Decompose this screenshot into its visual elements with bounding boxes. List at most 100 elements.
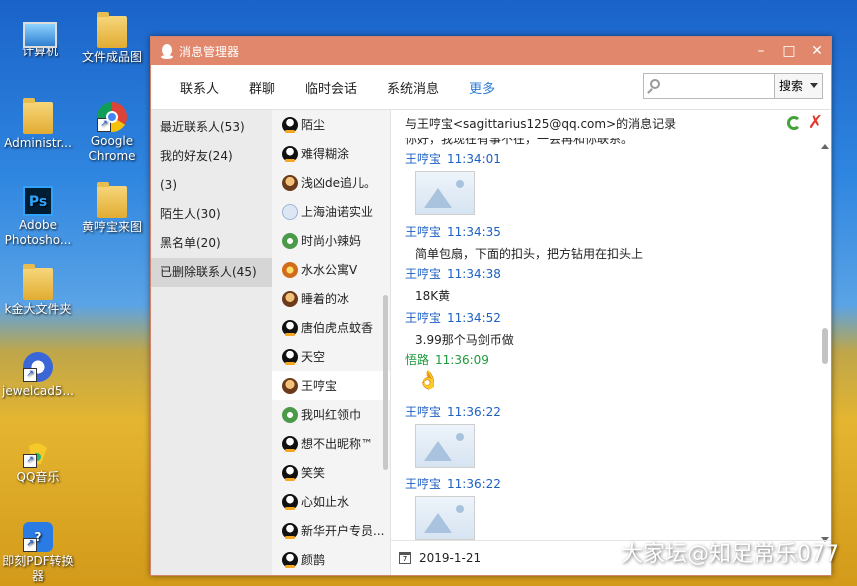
avatar — [282, 522, 298, 539]
message-text: 简单包扇，下面的扣头，把方钻用在扣头上 — [415, 247, 644, 261]
avatar — [282, 319, 298, 336]
contact-item[interactable]: 时尚小辣妈 — [272, 226, 390, 255]
message-sender: 王哼宝 — [405, 311, 442, 325]
shortcut-arrow-icon: ↗ — [23, 454, 37, 468]
avatar — [282, 232, 298, 249]
group-my-friends[interactable]: 我的好友(24) — [151, 142, 272, 171]
contact-list-scrollbar[interactable] — [383, 295, 388, 470]
contact-item[interactable]: 上海油诺实业 — [272, 197, 390, 226]
contact-item[interactable]: 睡着的冰 — [272, 284, 390, 313]
desktop-icon-folder-images[interactable]: 黄哼宝来图 — [72, 182, 152, 235]
image-placeholder-icon[interactable] — [415, 171, 475, 215]
calendar-icon[interactable]: 7 — [399, 552, 411, 564]
avatar — [282, 435, 298, 452]
message-time: 11:36:22 — [447, 405, 501, 419]
contact-name: 天空 — [301, 350, 326, 364]
photoshop-icon: Ps — [23, 186, 53, 216]
minimize-button[interactable]: – — [747, 37, 775, 65]
desktop-icon-label: 文件成品图 — [81, 50, 142, 64]
contact-name: 难得糊涂 — [301, 147, 350, 161]
desktop-icon-k-gold-folder[interactable]: k金大文件夹 — [0, 264, 78, 317]
contact-item[interactable]: 浅凶de追儿。 — [272, 168, 390, 197]
contact-item[interactable]: 水水公寓V — [272, 255, 390, 284]
image-placeholder-icon[interactable] — [415, 424, 475, 468]
contact-item[interactable]: 陌尘 — [272, 110, 390, 139]
chevron-down-icon[interactable] — [810, 83, 818, 88]
message-manager-window: 消息管理器 – □ ✕ 联系人 群聊 临时会话 系统消息 更多 搜索 最近联系人… — [150, 36, 832, 576]
message-time: 11:34:01 — [447, 152, 501, 166]
contact-item[interactable]: 唐伯虎点蚊香 — [272, 313, 390, 342]
message-log-scrollbar[interactable] — [821, 144, 829, 542]
avatar — [282, 551, 298, 568]
tab-system-messages[interactable]: 系统消息 — [372, 78, 454, 97]
desktop-icon-chrome[interactable]: ↗ Google Chrome — [72, 102, 152, 164]
contact-item[interactable]: 心如止水 — [272, 487, 390, 516]
title-bar[interactable]: 消息管理器 – □ ✕ — [151, 37, 831, 65]
message-time: 11:34:35 — [447, 225, 501, 239]
contact-list: 陌尘 难得糊涂 浅凶de追儿。 上海油诺实业 时尚小辣妈 水水公寓V 睡着的冰 … — [272, 110, 391, 575]
log-header: 与王哼宝<sagittarius125@qq.com>的消息记录 ✗ — [391, 110, 831, 138]
group-strangers[interactable]: 陌生人(30) — [151, 200, 272, 229]
avatar — [282, 116, 298, 133]
message-sender: 王哼宝 — [405, 267, 442, 281]
scrollbar-thumb[interactable] — [822, 328, 828, 364]
message: 王哼宝 11:34:38 18K黄 — [405, 265, 501, 304]
message-text-cut: 你好，我现在有事不在，一会再和你联系。 — [405, 138, 634, 146]
shortcut-arrow-icon: ↗ — [23, 368, 37, 382]
ok-hand-emoji-icon: 👌 — [417, 370, 440, 391]
image-placeholder-icon[interactable] — [415, 496, 475, 540]
contact-item[interactable]: 笑笑 — [272, 458, 390, 487]
tab-temp-sessions[interactable]: 临时会话 — [290, 78, 372, 97]
search-box: 搜索 — [643, 73, 823, 99]
contact-item[interactable]: 想不出昵称™ — [272, 429, 390, 458]
group-deleted[interactable]: 已删除联系人(45) — [151, 258, 272, 287]
desktop-icon-qq-music[interactable]: ↗ QQ音乐 — [0, 438, 78, 485]
group-blacklist[interactable]: 黑名单(20) — [151, 229, 272, 258]
contact-name: 笑笑 — [301, 466, 326, 480]
tab-contacts[interactable]: 联系人 — [165, 78, 234, 97]
search-input[interactable] — [644, 74, 774, 98]
message-sender: 王哼宝 — [405, 225, 442, 239]
folder-icon — [23, 264, 53, 300]
contact-item-selected[interactable]: 王哼宝 — [272, 371, 390, 400]
message-text: 18K黄 — [415, 289, 451, 303]
contact-item[interactable]: 新华开户专员... — [272, 516, 390, 545]
desktop-icon-pdf-converter[interactable]: ? ↗ 即刻PDF转换器 — [0, 522, 78, 584]
desktop-icon-photoshop[interactable]: Ps Adobe Photosho... — [0, 186, 78, 248]
message-time: 11:36:09 — [435, 353, 489, 367]
contact-name: 王哼宝 — [301, 379, 338, 393]
desktop-icon-jewelcad[interactable]: ↗ jewelcad5... — [0, 352, 78, 399]
maximize-button[interactable]: □ — [775, 37, 803, 65]
refresh-icon[interactable] — [787, 116, 801, 130]
search-button-label: 搜索 — [779, 79, 804, 93]
message: 王哼宝 11:34:35 简单包扇，下面的扣头，把方钻用在扣头上 — [405, 223, 643, 262]
jewelcad-icon: ↗ — [23, 352, 53, 382]
message-time: 11:34:38 — [447, 267, 501, 281]
message-sender: 王哼宝 — [405, 405, 442, 419]
desktop-icon-computer[interactable]: 计算机 — [0, 16, 80, 59]
avatar — [282, 261, 298, 278]
search-button[interactable]: 搜索 — [774, 74, 822, 98]
delete-icon[interactable]: ✗ — [808, 114, 823, 132]
chrome-icon: ↗ — [97, 102, 127, 132]
contact-item[interactable]: 我叫红领巾 — [272, 400, 390, 429]
group-list: 最近联系人(53) 我的好友(24) (3) 陌生人(30) 黑名单(20) 已… — [151, 110, 272, 575]
close-button[interactable]: ✕ — [803, 37, 831, 65]
message-sender: 王哼宝 — [405, 152, 442, 166]
contact-name: 想不出昵称™ — [301, 437, 374, 451]
desktop-icon-administrator[interactable]: Administr... — [0, 98, 78, 151]
contact-item[interactable]: 颜鹊 — [272, 545, 390, 574]
group-unnamed[interactable]: (3) — [151, 171, 272, 200]
contact-item[interactable]: 难得糊涂 — [272, 139, 390, 168]
group-recent[interactable]: 最近联系人(53) — [151, 113, 272, 142]
desktop-icon-folder-finished[interactable]: 文件成品图 — [72, 12, 152, 65]
contact-name: 颜鹊 — [301, 553, 326, 567]
contact-item[interactable]: 天空 — [272, 342, 390, 371]
contact-name: 唐伯虎点蚊香 — [301, 321, 374, 335]
tab-more[interactable]: 更多 — [454, 78, 510, 97]
scroll-up-icon[interactable] — [821, 144, 829, 149]
user-folder-icon — [23, 98, 53, 134]
tab-groups[interactable]: 群聊 — [234, 78, 290, 97]
message: 王哼宝 11:36:22 — [405, 403, 501, 468]
date-text[interactable]: 2019-1-21 — [419, 551, 481, 565]
